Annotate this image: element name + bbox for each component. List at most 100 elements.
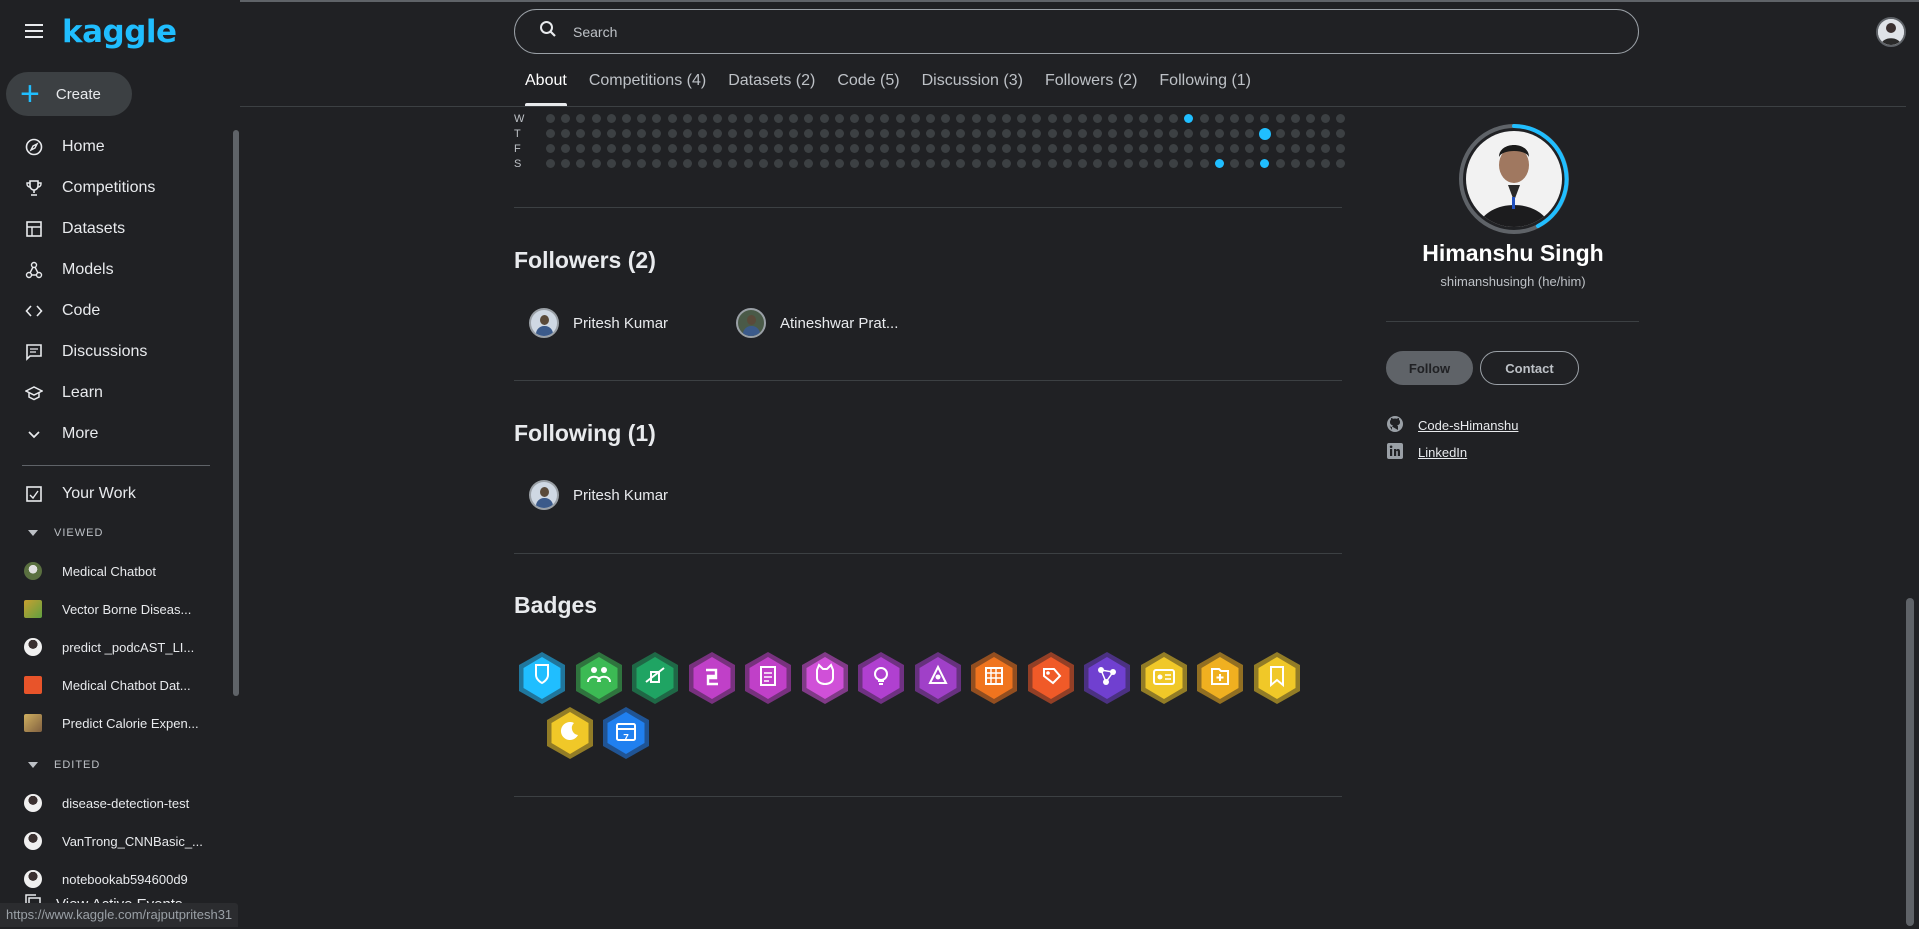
activity-dot[interactable] <box>561 159 571 168</box>
activity-dot[interactable] <box>1245 144 1255 153</box>
activity-dot[interactable] <box>591 144 601 153</box>
sidebar-item-your-work[interactable]: Your Work <box>0 473 230 514</box>
python-badge[interactable] <box>686 650 738 706</box>
sidebar-item-competitions[interactable]: Competitions <box>0 167 230 208</box>
activity-dot[interactable] <box>622 114 631 123</box>
activity-dot[interactable] <box>941 114 951 123</box>
activity-dot[interactable] <box>819 144 829 153</box>
activity-dot[interactable] <box>1290 129 1300 138</box>
tab-discussion[interactable]: Discussion (3) <box>911 72 1034 106</box>
list-item[interactable]: Medical Chatbot Dat... <box>0 666 230 704</box>
activity-dot[interactable] <box>1078 114 1087 123</box>
activity-dot[interactable] <box>698 114 707 123</box>
activity-dot[interactable] <box>1258 127 1271 140</box>
activity-dot[interactable] <box>713 159 723 168</box>
community-badge[interactable] <box>573 650 625 706</box>
id-card-badge[interactable] <box>1138 650 1190 706</box>
activity-dot[interactable] <box>1062 144 1072 153</box>
activity-dot[interactable] <box>713 129 723 138</box>
activity-dot[interactable] <box>910 159 920 168</box>
cat-badge[interactable] <box>799 650 851 706</box>
list-item[interactable]: disease-detection-test <box>0 784 230 822</box>
activity-dot[interactable] <box>1062 129 1072 138</box>
activity-dot[interactable] <box>682 159 692 168</box>
activity-dot[interactable] <box>819 114 829 123</box>
activity-dot[interactable] <box>1138 129 1148 138</box>
activity-dot[interactable] <box>1169 129 1179 138</box>
activity-dot[interactable] <box>1154 114 1163 123</box>
activity-dot[interactable] <box>606 159 616 168</box>
activity-dot[interactable] <box>1275 129 1285 138</box>
activity-dot[interactable] <box>956 159 966 168</box>
activity-dot[interactable] <box>774 159 783 168</box>
activity-dot[interactable] <box>941 144 951 153</box>
activity-dot[interactable] <box>1230 114 1239 123</box>
activity-dot[interactable] <box>1184 159 1194 168</box>
activity-dot[interactable] <box>1154 159 1163 168</box>
activity-dot[interactable] <box>971 144 981 153</box>
bulb-badge[interactable] <box>855 650 907 706</box>
create-button[interactable]: + Create <box>6 72 132 116</box>
activity-dot[interactable] <box>1321 159 1331 168</box>
activity-dot[interactable] <box>834 159 844 168</box>
activity-dot[interactable] <box>1032 159 1042 168</box>
sidebar-item-code[interactable]: Code <box>0 290 230 331</box>
activity-dot[interactable] <box>1093 144 1103 153</box>
tab-about[interactable]: About <box>514 72 578 106</box>
activity-dot[interactable] <box>546 114 555 123</box>
graph-badge[interactable] <box>1081 650 1133 706</box>
list-item[interactable]: Vector Borne Diseas... <box>0 590 230 628</box>
activity-dot[interactable] <box>819 129 829 138</box>
activity-dot[interactable] <box>667 144 677 153</box>
activity-dot[interactable] <box>880 144 890 153</box>
activity-dot[interactable] <box>1093 129 1103 138</box>
follow-button[interactable]: Follow <box>1386 351 1473 385</box>
activity-dot[interactable] <box>971 114 981 123</box>
activity-dot[interactable] <box>591 159 601 168</box>
bookmark-badge[interactable] <box>1251 650 1303 706</box>
activity-dot[interactable] <box>1078 144 1087 153</box>
kaggle-logo[interactable]: kaggle <box>62 14 177 50</box>
activity-dot[interactable] <box>865 129 875 138</box>
activity-dot[interactable] <box>1078 159 1087 168</box>
activity-dot[interactable] <box>986 129 996 138</box>
activity-dot[interactable] <box>1047 114 1057 123</box>
tab-datasets[interactable]: Datasets (2) <box>717 72 826 106</box>
activity-dot[interactable] <box>758 114 768 123</box>
activity-dot[interactable] <box>1184 144 1194 153</box>
tag-badge[interactable] <box>1025 650 1077 706</box>
activity-dot[interactable] <box>941 129 951 138</box>
activity-dot[interactable] <box>561 144 571 153</box>
activity-dot[interactable] <box>576 114 586 123</box>
activity-dot[interactable] <box>1336 144 1346 153</box>
activity-dot[interactable] <box>1336 159 1346 168</box>
activity-dot[interactable] <box>758 129 768 138</box>
github-link[interactable]: Code-sHimanshu <box>1386 415 1518 436</box>
activity-dot[interactable] <box>910 129 920 138</box>
activity-dot[interactable] <box>1032 114 1042 123</box>
activity-dot[interactable] <box>1123 114 1133 123</box>
activity-dot[interactable] <box>910 114 920 123</box>
activity-dot[interactable] <box>1138 159 1148 168</box>
activity-dot[interactable] <box>591 129 601 138</box>
activity-dot[interactable] <box>1321 144 1331 153</box>
activity-dot[interactable] <box>1336 129 1346 138</box>
activity-dot[interactable] <box>728 129 738 138</box>
activity-dot[interactable] <box>804 129 814 138</box>
sidebar-item-more[interactable]: More <box>0 413 230 454</box>
list-item[interactable]: Medical Chatbot <box>0 552 230 590</box>
activity-dot[interactable] <box>1093 159 1103 168</box>
activity-dot[interactable] <box>895 129 905 138</box>
activity-dot[interactable] <box>1184 114 1194 123</box>
activity-dot[interactable] <box>743 129 753 138</box>
follower-item[interactable]: Atineshwar Prat... <box>736 308 898 338</box>
list-item[interactable]: predict _podcAST_LI... <box>0 628 230 666</box>
activity-dot[interactable] <box>652 144 662 153</box>
activity-dot[interactable] <box>637 159 647 168</box>
activity-dot[interactable] <box>926 159 935 168</box>
activity-dot[interactable] <box>743 144 753 153</box>
activity-dot[interactable] <box>1321 129 1331 138</box>
tab-followers[interactable]: Followers (2) <box>1034 72 1148 106</box>
activity-dot[interactable] <box>1017 159 1027 168</box>
activity-dot[interactable] <box>728 114 738 123</box>
